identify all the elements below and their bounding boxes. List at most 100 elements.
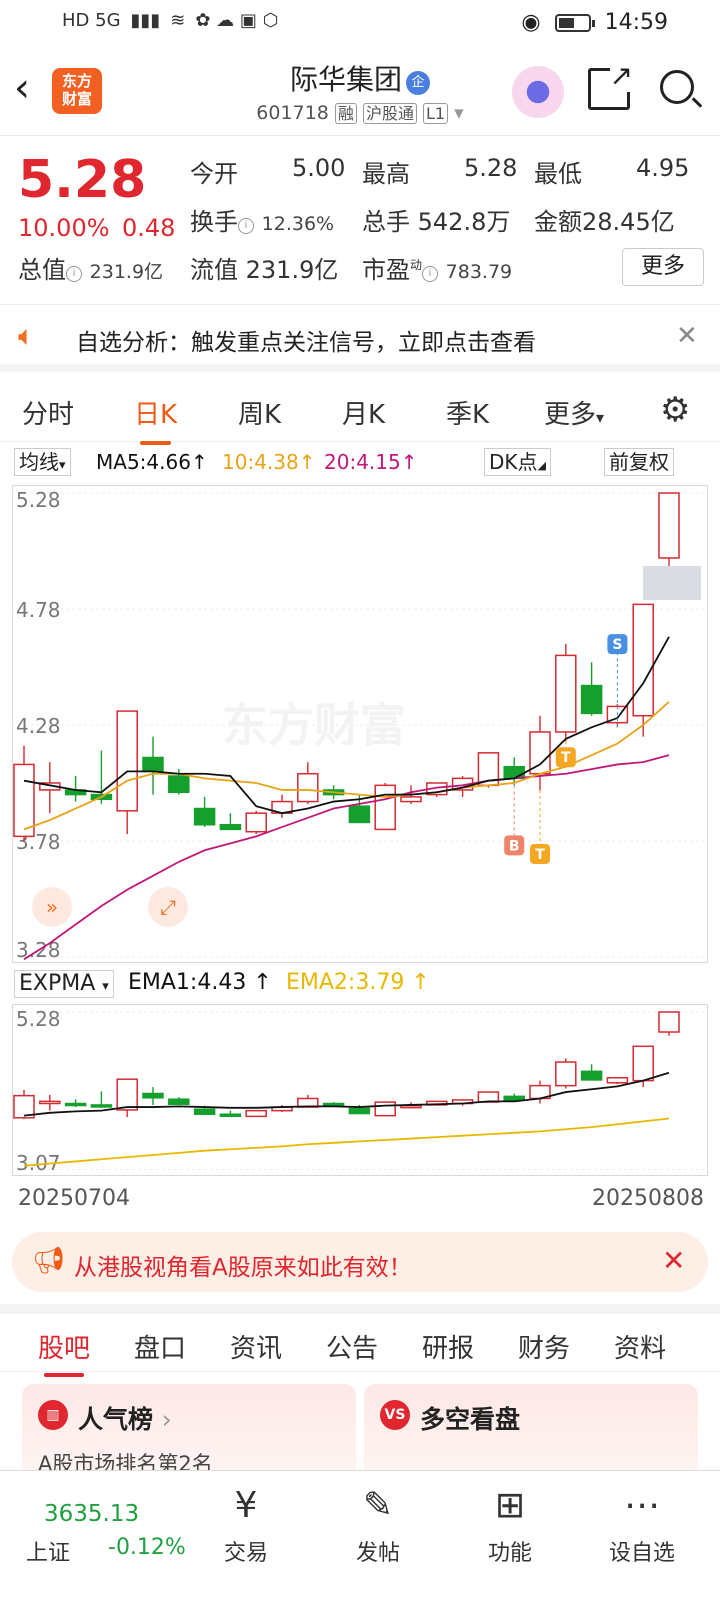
info-icon: i — [66, 266, 82, 282]
candle-body — [322, 1102, 345, 1107]
tab-more[interactable]: 更多▾ — [544, 394, 604, 431]
ma10-value: 10:4.38↑ — [222, 450, 316, 474]
candle-body — [219, 824, 242, 831]
candle-body — [606, 1077, 629, 1084]
nav-trade[interactable]: ¥ 交易 — [196, 1483, 296, 1567]
gear-icon[interactable]: ⚙ — [660, 390, 690, 430]
open-field: 今开 — [190, 160, 238, 188]
candle-body — [219, 1113, 242, 1117]
wifi-icon: ≋ — [170, 10, 186, 31]
enterprise-badge-icon: 企 — [406, 71, 430, 95]
ma-select[interactable]: 均线▾ — [14, 448, 71, 476]
notification-icons: ✿ ☁ ▣ ⬡ — [195, 10, 279, 31]
sub-indicator-select[interactable]: EXPMA ▾ — [14, 970, 114, 998]
amount-field: 金额28.45亿 — [534, 208, 675, 236]
start-date: 20250704 — [18, 1186, 130, 1211]
tab-orderbook[interactable]: 盘口 — [134, 1328, 186, 1365]
close-icon[interactable]: ✕ — [676, 321, 698, 351]
high-field: 最高 — [362, 160, 410, 188]
turnover-value: 12.36% — [261, 213, 335, 235]
float-cap-field: 流值 231.9亿 — [190, 256, 339, 284]
candle-body — [555, 1061, 577, 1087]
tab-forum[interactable]: 股吧 — [38, 1328, 90, 1377]
amount-value: 28.45亿 — [582, 208, 675, 236]
tab-quarterly-k[interactable]: 季K — [446, 394, 489, 431]
stock-header: ‹ 东方 财富 际华集团企 601718 融 沪股通 L1 ▾ — [0, 48, 720, 136]
open-value: 5.00 — [292, 154, 346, 182]
expma-chart[interactable]: 5.283.07 — [12, 1004, 708, 1176]
candle-body — [64, 1102, 87, 1107]
kline-chart[interactable]: 5.284.784.283.783.28东方财富BTTS» ⤢ — [12, 485, 708, 963]
popularity-card[interactable]: ▥ 人气榜 › A股市场排名第2名 — [22, 1384, 356, 1484]
candle-body — [374, 784, 396, 831]
nav-post[interactable]: ✎ 发帖 — [328, 1483, 428, 1567]
dk-select[interactable]: DK点◢ — [484, 448, 551, 476]
candle-body — [580, 1070, 603, 1081]
index-ticker[interactable]: 3635.13 上证 -0.12% — [24, 1487, 186, 1567]
tab-profile[interactable]: 资料 — [614, 1328, 666, 1365]
candle-body — [116, 710, 138, 812]
ema2-line — [23, 1117, 670, 1167]
tab-announcements[interactable]: 公告 — [326, 1328, 378, 1365]
nav-functions[interactable]: ⊞ 功能 — [460, 1483, 560, 1567]
period-tabs: 分时 日K 周K 月K 季K 更多▾ ⚙ — [0, 380, 720, 445]
yen-icon: ¥ — [234, 1485, 258, 1526]
adjust-select[interactable]: 前复权 — [604, 448, 674, 476]
high-value: 5.28 — [464, 154, 518, 182]
y-tick-label: 4.28 — [16, 714, 61, 738]
tab-financials[interactable]: 财务 — [518, 1328, 570, 1365]
analysis-alert[interactable]: 🔈︎ 自选分析：触发重点关注信号，立即点击查看 ✕ — [0, 304, 720, 372]
candle-body — [193, 807, 216, 826]
candle-body — [193, 1108, 216, 1115]
tab-weekly-k[interactable]: 周K — [238, 394, 281, 431]
assistant-avatar-icon[interactable] — [512, 66, 564, 118]
close-icon[interactable]: ✕ — [662, 1244, 685, 1277]
index-name: 上证 — [26, 1541, 71, 1566]
more-quote-button[interactable]: 更多 — [622, 248, 704, 286]
tab-intraday[interactable]: 分时 — [22, 394, 74, 431]
bull-bear-title: 多空看盘 — [420, 1405, 521, 1434]
float-cap-value: 231.9亿 — [245, 256, 339, 284]
promo-banner[interactable]: 📢︎ 从港股视角看A股原来如此有效！ ✕ — [12, 1232, 708, 1292]
signal-label: B — [509, 838, 520, 854]
tab-monthly-k[interactable]: 月K — [342, 394, 385, 431]
nav-add-watchlist[interactable]: ⋯ 设自选 — [592, 1483, 692, 1567]
share-icon[interactable] — [588, 59, 633, 110]
candle-body — [39, 1100, 61, 1105]
candle-body — [374, 1101, 396, 1117]
candle-body — [116, 1078, 138, 1111]
tab-news[interactable]: 资讯 — [230, 1328, 282, 1365]
candle-body — [400, 796, 422, 803]
market-cap-field[interactable]: 总值 i 231.9亿 — [18, 250, 163, 285]
pe-field[interactable]: 市盈动i 783.79 — [362, 250, 512, 285]
dropdown-icon: ▾ — [596, 408, 605, 427]
turnover-field[interactable]: 换手 i 12.36% — [190, 202, 334, 237]
search-icon[interactable] — [660, 70, 694, 104]
y-tick-label: 5.28 — [16, 1007, 61, 1031]
bull-bear-card[interactable]: VS 多空看盘 — [364, 1384, 698, 1484]
megaphone-icon: 📢︎ — [32, 1246, 66, 1276]
candle-body — [580, 684, 603, 715]
market-cap-value: 231.9亿 — [89, 261, 164, 283]
sub-indicator-row: EXPMA ▾ EMA1:4.43 ↑ EMA2:3.79 ↑ — [0, 968, 720, 1002]
tab-daily-k[interactable]: 日K — [134, 394, 177, 445]
dropdown-icon: ▾ — [102, 979, 109, 994]
clock: 14:59 — [604, 10, 668, 35]
signal-label: T — [561, 750, 571, 766]
y-tick-label: 5.28 — [16, 488, 61, 512]
candle-body — [13, 763, 35, 838]
watermark: 东方财富 — [222, 698, 406, 752]
popularity-title: 人气榜 › — [78, 1405, 172, 1434]
signal-label: S — [612, 637, 622, 653]
change-percent: 10.00% — [18, 214, 110, 242]
candle-body — [632, 1045, 654, 1082]
volume-value: 542.8万 — [417, 208, 511, 236]
tab-research[interactable]: 研报 — [422, 1328, 474, 1365]
alert-text: 自选分析：触发重点关注信号，立即点击查看 — [76, 330, 536, 356]
change-amount: 0.48 — [122, 214, 176, 242]
info-icon: i — [238, 218, 254, 234]
eye-icon: ◉ — [521, 10, 541, 35]
candle-body — [555, 654, 577, 733]
candle-body — [503, 766, 525, 780]
volume-field: 总手 542.8万 — [362, 208, 511, 236]
